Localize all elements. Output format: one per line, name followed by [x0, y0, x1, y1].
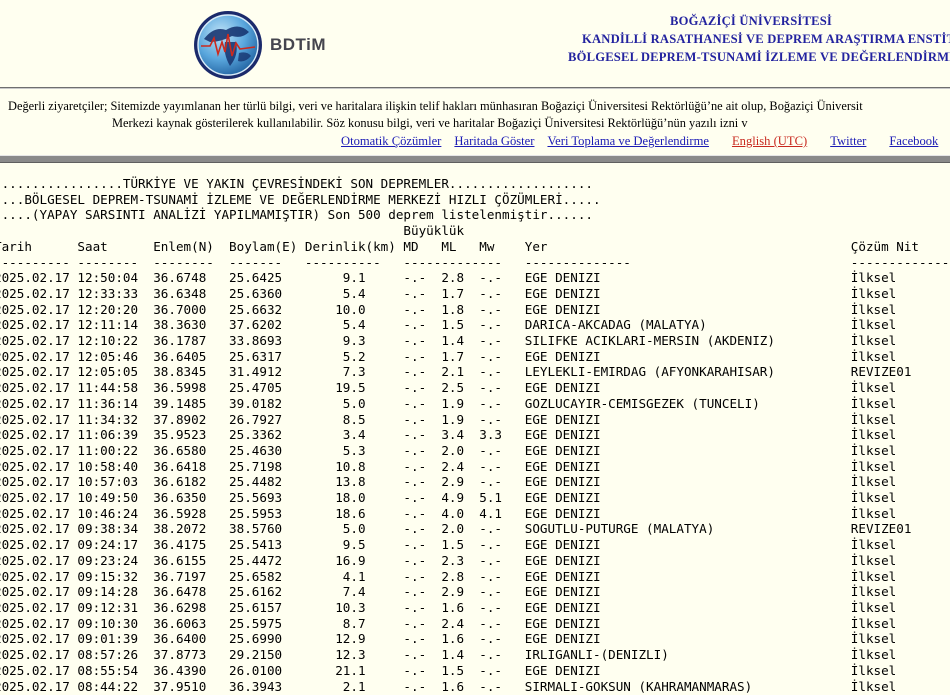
center-title: BÖLGESEL DEPREM-TSUNAMİ İZLEME VE DEĞERL…	[568, 50, 950, 65]
university-title: BOĞAZİÇİ ÜNİVERSİTESİ	[670, 14, 832, 29]
nav-link-twitter[interactable]: Twitter	[830, 134, 866, 149]
frameset-border	[0, 155, 950, 163]
globe-seismogram-icon	[192, 9, 264, 81]
logo-text: BDTiM	[270, 35, 326, 55]
koeri-earthquake-page: BDTiM BOĞAZİÇİ ÜNİVERSİTESİ KANDİLLİ RAS…	[0, 0, 950, 695]
copyright-notice-line1: Değerli ziyaretçiler; Sitemizde yayımlan…	[8, 99, 863, 114]
nav-link-facebook[interactable]: Facebook	[889, 134, 938, 149]
nav-link-haritada-goster[interactable]: Haritada Göster	[454, 134, 534, 149]
nav-link-veri-toplama-degerlendirme[interactable]: Veri Toplama ve Değerlendirme	[547, 134, 709, 149]
institute-title: KANDİLLİ RASATHANESİ VE DEPREM ARAŞTIRMA…	[582, 32, 950, 47]
header-divider	[0, 87, 950, 89]
copyright-notice-line2: Merkezi kaynak gösterilerek kullanılabil…	[112, 116, 748, 131]
nav-links: Otomatik Çözümler Haritada Göster Veri T…	[341, 134, 938, 149]
bdtim-logo[interactable]: BDTiM	[192, 9, 326, 81]
nav-link-english-utc[interactable]: English (UTC)	[732, 134, 807, 149]
nav-link-otomatik-cozumler[interactable]: Otomatik Çözümler	[341, 134, 441, 149]
earthquake-list: .................TÜRKİYE VE YAKIN ÇEVRES…	[0, 176, 950, 694]
